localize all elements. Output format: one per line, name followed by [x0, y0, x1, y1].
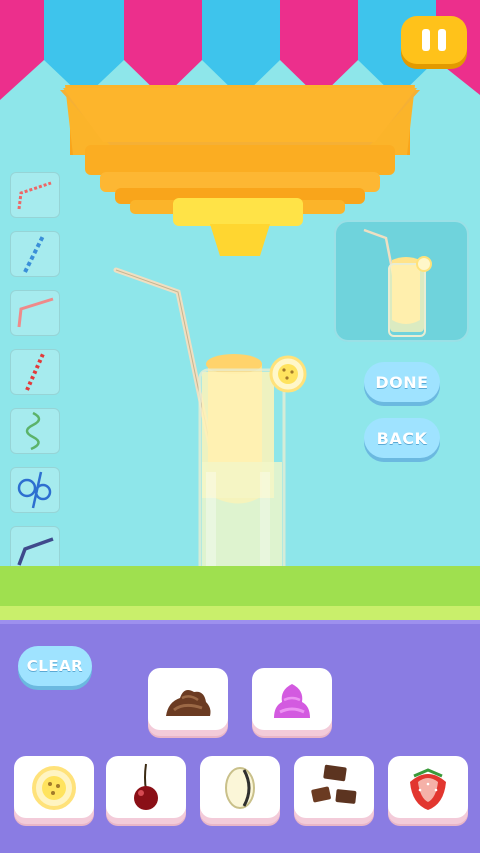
- pink-bent-straw-icon: [17, 297, 54, 328]
- topping-cherry[interactable]: [106, 756, 186, 818]
- done-button[interactable]: DONE: [364, 362, 440, 402]
- straw-option-red-striped-bent[interactable]: [10, 172, 60, 218]
- straw-option-green-curly[interactable]: [10, 408, 60, 454]
- cherry-icon: [134, 763, 158, 810]
- chocolate-pieces-icon: [311, 764, 357, 804]
- drink-glass: [113, 267, 307, 586]
- clear-button[interactable]: CLEAR: [18, 646, 92, 686]
- topping-banana-slice[interactable]: [14, 756, 94, 818]
- pause-icon: [422, 29, 430, 51]
- topping-pink-cream[interactable]: [252, 668, 332, 730]
- straw-list: [10, 172, 60, 585]
- red-striped-bent-straw-icon: [17, 181, 52, 210]
- ground-stripe: [0, 606, 480, 620]
- pause-button[interactable]: [401, 16, 467, 64]
- strawberry-icon: [410, 768, 446, 810]
- banana-slice-icon: [32, 766, 76, 810]
- topping-strawberry[interactable]: [388, 756, 468, 818]
- chocolate-cream-icon: [166, 690, 211, 716]
- apple-slice-icon: [225, 767, 255, 809]
- straw-option-blue-loop[interactable]: [10, 467, 60, 513]
- target-drink-image: [363, 228, 432, 337]
- target-drink-preview: [334, 220, 469, 342]
- red-striped-straight-straw-icon: [25, 353, 45, 391]
- pink-cream-icon: [274, 684, 310, 718]
- topping-apple-slice[interactable]: [200, 756, 280, 818]
- game-scene: DONE BACK: [0, 0, 480, 620]
- straw-option-blue-striped[interactable]: [10, 231, 60, 277]
- straw-option-red-striped-straight[interactable]: [10, 349, 60, 395]
- topping-chocolate-cream[interactable]: [148, 668, 228, 730]
- straw-option-pink-bent[interactable]: [10, 290, 60, 336]
- back-button[interactable]: BACK: [364, 418, 440, 458]
- navy-bent-straw-icon: [17, 537, 54, 566]
- blue-loop-straw-icon: [17, 471, 52, 509]
- blue-striped-straw-icon: [23, 235, 45, 273]
- topping-chocolate-pieces[interactable]: [294, 756, 374, 818]
- green-curly-straw-icon: [25, 411, 41, 451]
